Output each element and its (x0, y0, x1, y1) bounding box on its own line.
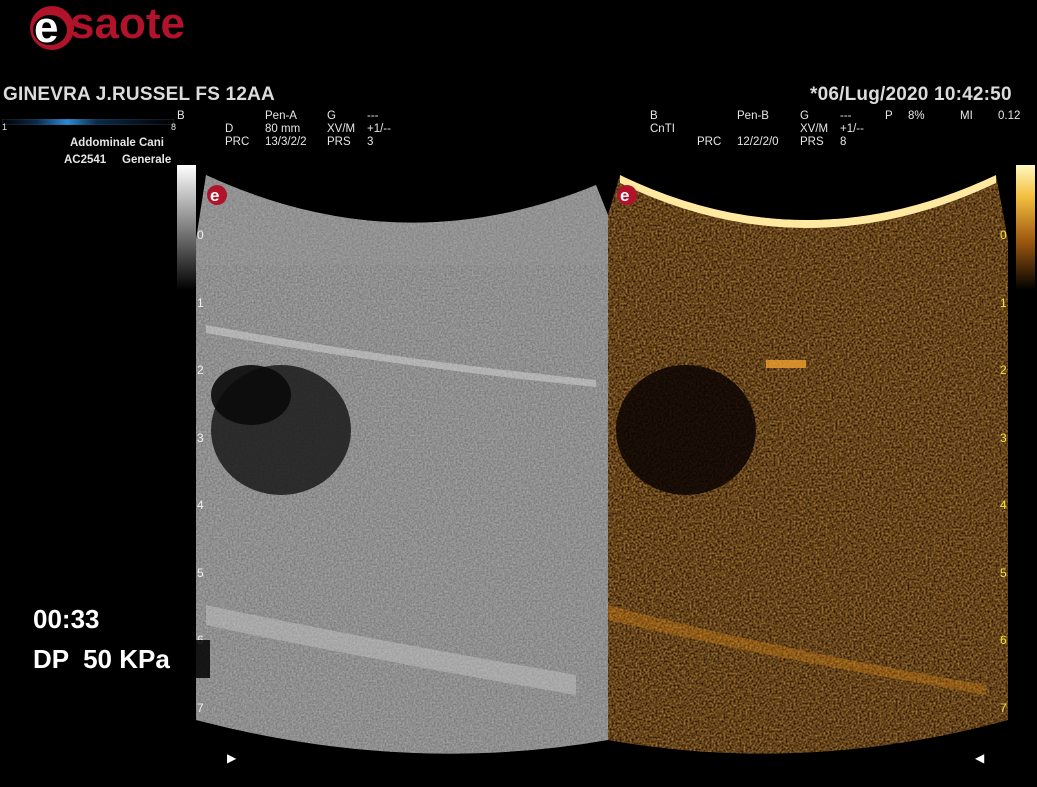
depth-tick: 6 (1000, 633, 1007, 647)
depth-tick: 3 (1000, 431, 1007, 445)
esaote-logo: e saote (26, 0, 226, 54)
triangle-left-icon: ◀ (975, 751, 985, 765)
bmode-image (196, 175, 608, 754)
color-scale-bar (1, 112, 175, 126)
depth-tick: 0 (1000, 228, 1007, 242)
triangle-right-icon: ▶ (227, 751, 237, 765)
r-param-p-val: 8% (908, 110, 925, 122)
r-param-b: B (650, 110, 658, 122)
r-param-p: P (885, 110, 893, 122)
param-d: D (225, 123, 234, 135)
r-param-pen-b: Pen-B (737, 110, 769, 122)
r-param-mi: MI (960, 110, 973, 122)
param-g-val: --- (367, 110, 379, 122)
r-param-mi-val: 0.12 (998, 110, 1021, 122)
svg-text:e: e (620, 186, 629, 205)
svg-text:e: e (210, 186, 219, 205)
ultrasound-image-area[interactable]: e e (196, 175, 1020, 765)
mode-label: B (177, 110, 185, 122)
depth-tick: 0 (197, 228, 204, 242)
depth-tick: 2 (197, 363, 204, 377)
param-prc-val: 13/3/2/2 (265, 136, 307, 148)
right-image-e-icon: e (617, 185, 637, 205)
contrast-image (608, 175, 1008, 754)
preset-name: Addominale Cani (70, 137, 164, 149)
depth-tick: 7 (1000, 701, 1007, 715)
left-image-e-icon: e (207, 185, 227, 205)
depth-tick: 5 (1000, 566, 1007, 580)
probe-preset: Generale (122, 154, 172, 166)
depth-tick: 1 (1000, 296, 1007, 310)
param-pen-a: Pen-A (265, 110, 297, 122)
param-depth: 80 mm (265, 123, 301, 135)
depth-tick: 1 (197, 296, 204, 310)
param-prs-val: 3 (367, 136, 374, 148)
depth-tick: 5 (197, 566, 204, 580)
param-g: G (327, 110, 336, 122)
svg-text:saote: saote (70, 0, 185, 48)
r-param-g: G (800, 110, 809, 122)
probe-name: AC2541 (64, 154, 107, 166)
depth-tick: 4 (1000, 498, 1007, 512)
clip-timer: 00:33 (33, 604, 100, 634)
scale-min: 1 (2, 122, 8, 132)
depth-tick: 7 (197, 701, 204, 715)
param-xvm: XV/M (327, 123, 356, 135)
exam-datetime: *06/Lug/2020 10:42:50 (810, 84, 1012, 105)
r-param-xvm: XV/M (800, 123, 829, 135)
param-prc: PRC (225, 136, 250, 148)
pressure-readout: DP 50 KPa (33, 644, 170, 674)
r-param-g-val: --- (840, 110, 852, 122)
r-param-cnti: CnTI (650, 123, 675, 135)
r-param-xvm-val: +1/-- (840, 123, 864, 135)
svg-text:e: e (34, 3, 58, 52)
param-prs: PRS (327, 136, 351, 148)
depth-tick: 3 (197, 431, 204, 445)
scale-max: 8 (171, 122, 177, 132)
r-param-prs-val: 8 (840, 136, 847, 148)
r-param-prc: PRC (697, 136, 722, 148)
param-xvm-val: +1/-- (367, 123, 391, 135)
gray-scale-bar (177, 165, 196, 290)
r-param-prc-val: 12/2/2/0 (737, 136, 779, 148)
patient-name: GINEVRA J.RUSSEL FS 12AA (3, 84, 275, 105)
r-param-prs: PRS (800, 136, 824, 148)
depth-tick: 4 (197, 498, 204, 512)
depth-tick: 2 (1000, 363, 1007, 377)
